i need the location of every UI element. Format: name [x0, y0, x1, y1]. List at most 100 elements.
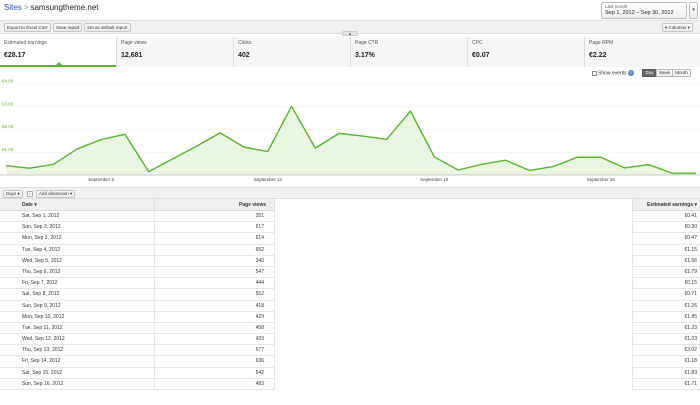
metric-label: Clicks — [238, 40, 252, 46]
date-cell: Thu, Sep 13, 2012 — [0, 345, 155, 357]
granularity-month-button[interactable]: Month — [672, 69, 691, 77]
earnings-cell: €1.15 — [632, 244, 700, 256]
page-views-cell: 340 — [155, 255, 275, 267]
page-views-cell: 444 — [155, 278, 275, 290]
page-views-cell: 251 — [155, 211, 275, 223]
earnings-cell: €1.83 — [632, 367, 700, 379]
date-cell: Thu, Sep 6, 2012 — [0, 266, 155, 279]
earnings-column-header[interactable]: Estimated earnings ▾ — [632, 199, 700, 211]
page-views-cell: 642 — [155, 367, 275, 379]
date-cell: Wed, Sep 5, 2012 — [0, 255, 155, 267]
table-row: Sat, Sep 15, 2012 642 €1.83 — [0, 367, 700, 379]
metric-value: €0.07 — [472, 52, 490, 59]
earnings-cell: €0.15 — [632, 278, 700, 290]
add-dimension-button[interactable]: Add dimension ▾ — [36, 190, 76, 198]
earnings-cell: €0.47 — [632, 233, 700, 245]
table-row: Wed, Sep 12, 2012 433 €1.03 — [0, 334, 700, 346]
date-column-header[interactable]: Date ▾ — [0, 199, 155, 211]
page-views-cell: 552 — [155, 289, 275, 301]
date-cell: Sat, Sep 8, 2012 — [0, 289, 155, 301]
metric-tab-page-views[interactable]: Page views 12,681 — [117, 37, 234, 67]
table-row: Tue, Sep 4, 2012 652 €1.15 — [0, 244, 700, 256]
date-cell: Sun, Sep 9, 2012 — [0, 300, 155, 312]
earnings-cell: €1.23 — [632, 322, 700, 335]
page-views-cell: 652 — [155, 244, 275, 256]
metric-tab-cpc[interactable]: CPC €0.07 — [468, 37, 585, 67]
metric-value: 12,681 — [121, 52, 143, 59]
earnings-cell: €0.30 — [632, 222, 700, 234]
granularity-week-button[interactable]: Week — [656, 69, 673, 77]
earnings-cell: €1.03 — [632, 334, 700, 346]
table-row: Wed, Sep 5, 2012 340 €1.56 — [0, 255, 700, 267]
close-icon[interactable]: × — [27, 191, 33, 197]
page-views-cell: 636 — [155, 356, 275, 368]
earnings-area — [6, 106, 696, 175]
collapse-chart-icon[interactable]: ▲ — [342, 31, 358, 36]
x-tick-label: September 5 — [88, 177, 114, 182]
date-cell: Sun, Sep 2, 2012 — [0, 222, 155, 234]
chevron-down-icon[interactable]: ▾ — [689, 2, 698, 19]
metric-tab-page-ctr[interactable]: Page CTR 3.17% — [351, 37, 468, 67]
show-events-toggle[interactable]: Show events? — [592, 70, 634, 76]
save-report-button[interactable]: Save report — [53, 23, 83, 32]
metric-value: €28.17 — [4, 52, 26, 59]
set-default-report-button[interactable]: Set as default report — [84, 23, 131, 32]
metric-label: Page RPM — [589, 40, 614, 46]
columns-button[interactable]: ▾ Columns ▾ — [662, 23, 693, 32]
earnings-chart: €1.00 €2.00 €3.00 €4.00 September 5 September… — [0, 79, 700, 182]
table-row: Sat, Sep 8, 2012 552 €0.71 — [0, 289, 700, 301]
table-row: Sun, Sep 2, 2012 617 €0.30 — [0, 222, 700, 234]
table-header: Date ▾ Page views Estimated earnings ▾ — [0, 199, 700, 211]
date-cell: Fri, Sep 14, 2012 — [0, 356, 155, 368]
y-tick-label: €4.00 — [2, 79, 14, 84]
x-tick-label: September 26 — [587, 177, 616, 182]
export-csv-button[interactable]: Export to Excel CSV — [4, 23, 51, 32]
date-cell: Wed, Sep 12, 2012 — [0, 334, 155, 346]
date-cell: Sat, Sep 15, 2012 — [0, 367, 155, 379]
date-range-value: Sep 1, 2012 – Sep 30, 2012 — [605, 10, 674, 16]
dimension-bar: Days ▾ × Add dimension ▾ — [0, 187, 700, 199]
date-cell: Tue, Sep 4, 2012 — [0, 244, 155, 256]
metric-value: 402 — [238, 52, 250, 59]
earnings-cell: €1.26 — [632, 300, 700, 312]
days-dimension-dropdown[interactable]: Days ▾ — [3, 190, 23, 198]
table-row: Fri, Sep 14, 2012 636 €1.18 — [0, 356, 700, 368]
table-row: Tue, Sep 11, 2012 458 €1.23 — [0, 322, 700, 335]
page-views-cell: 677 — [155, 345, 275, 357]
table-row: Sun, Sep 9, 2012 418 €1.26 — [0, 300, 700, 312]
table-row: Sat, Sep 1, 2012 251 €0.41 — [0, 211, 700, 223]
header: Sites > samsungtheme.net Last month Sep 1,… — [0, 0, 700, 20]
date-cell: Sun, Sep 16, 2012 — [0, 378, 155, 390]
date-cell: Fri, Sep 7, 2012 — [0, 278, 155, 290]
page-views-cell: 418 — [155, 300, 275, 312]
y-tick-label: €3.00 — [2, 101, 14, 106]
metric-tab-page-rpm[interactable]: Page RPM €2.22 — [585, 37, 700, 67]
earnings-cell: €1.18 — [632, 356, 700, 368]
page-views-cell: 614 — [155, 233, 275, 245]
metric-label: CPC — [472, 40, 483, 46]
help-icon[interactable]: ? — [627, 70, 634, 76]
metric-label: Page CTR — [355, 40, 379, 46]
breadcrumb-sites-link[interactable]: Sites — [4, 3, 22, 12]
breadcrumb-current-site: samsungtheme.net — [30, 3, 99, 12]
metric-value: 3.17% — [355, 52, 375, 59]
date-cell: Mon, Sep 10, 2012 — [0, 311, 155, 323]
table-body: Sat, Sep 1, 2012 251 €0.41 Sun, Sep 2, 201… — [0, 211, 700, 390]
table-row: Thu, Sep 6, 2012 547 €1.79 — [0, 266, 700, 279]
page-views-cell: 433 — [155, 334, 275, 346]
date-range-picker[interactable]: Last month Sep 1, 2012 – Sep 30, 2012 — [601, 2, 687, 19]
granularity-day-button[interactable]: Day — [642, 69, 657, 77]
earnings-cell: €3.02 — [632, 345, 700, 357]
date-range-label: Last month — [605, 4, 628, 9]
metric-tab-clicks[interactable]: Clicks 402 — [234, 37, 351, 67]
metric-tab-estimated-earnings[interactable]: Estimated earnings €28.17 — [0, 37, 117, 67]
metric-label: Estimated earnings — [4, 40, 47, 46]
page-views-cell: 483 — [155, 378, 275, 390]
page-views-column-header[interactable]: Page views — [155, 199, 275, 211]
earnings-cell: €0.41 — [632, 211, 700, 223]
page-views-cell: 547 — [155, 266, 275, 279]
show-events-checkbox[interactable] — [592, 70, 597, 76]
show-events-label: Show events — [598, 70, 627, 77]
date-cell: Tue, Sep 11, 2012 — [0, 322, 155, 335]
x-tick-label: September 12 — [254, 177, 283, 182]
